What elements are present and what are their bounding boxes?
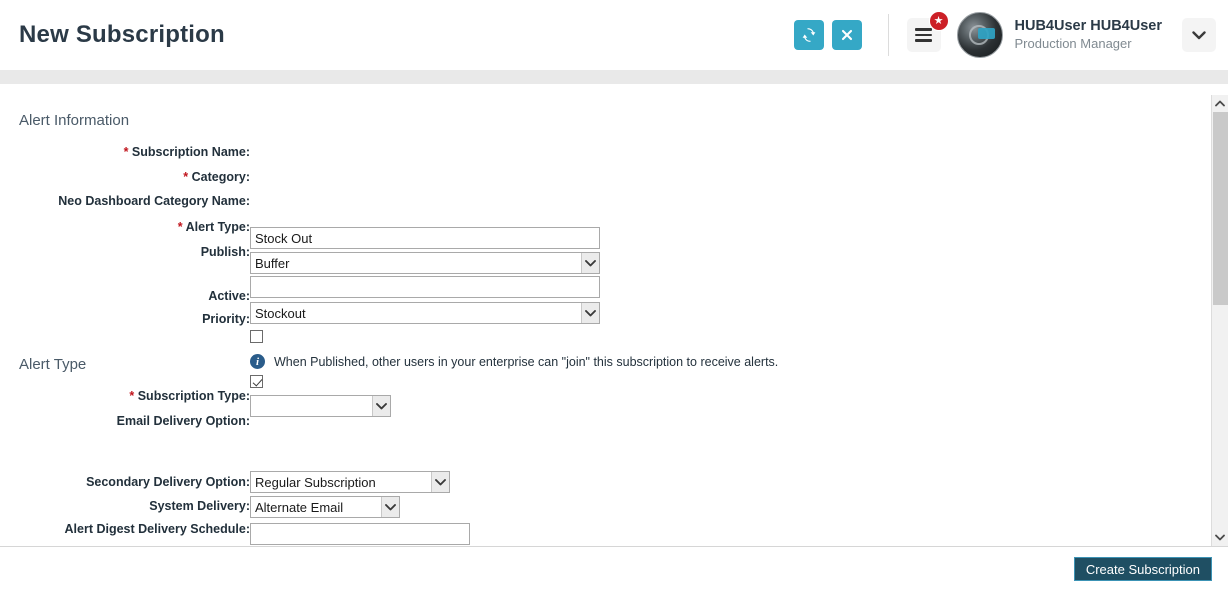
scroll-up-button[interactable] bbox=[1212, 95, 1228, 112]
neo-dashboard-category-input[interactable] bbox=[250, 276, 600, 298]
chevron-down-icon bbox=[581, 253, 599, 273]
chevron-down-icon bbox=[1215, 534, 1225, 541]
email-delivery-option-value: Alternate Email bbox=[251, 497, 381, 517]
menu-button-wrapper: ★ bbox=[907, 18, 941, 52]
chevron-down-icon bbox=[381, 497, 399, 517]
chevron-down-icon bbox=[1192, 31, 1206, 40]
chevron-down-icon bbox=[581, 303, 599, 323]
label-category: * Category: bbox=[10, 170, 250, 184]
scrollbar-thumb[interactable] bbox=[1213, 112, 1228, 305]
subscription-type-select[interactable]: Regular Subscription bbox=[250, 471, 450, 493]
publish-info-note: i When Published, other users in your en… bbox=[250, 354, 778, 369]
scroll-down-button[interactable] bbox=[1212, 529, 1228, 546]
label-subscription-name: * Subscription Name: bbox=[10, 145, 250, 159]
priority-value bbox=[251, 396, 372, 416]
label-alert-type: * Alert Type: bbox=[10, 220, 250, 234]
section-title-alert-type: Alert Type bbox=[19, 356, 86, 373]
header-divider bbox=[888, 14, 889, 56]
label-priority: Priority: bbox=[10, 312, 250, 326]
user-info: HUB4User HUB4User Production Manager bbox=[1015, 17, 1162, 52]
publish-info-text: When Published, other users in your ente… bbox=[274, 355, 778, 369]
label-email-delivery-option: Email Delivery Option: bbox=[10, 414, 250, 428]
create-subscription-button[interactable]: Create Subscription bbox=[1074, 557, 1212, 581]
chevron-down-icon bbox=[372, 396, 390, 416]
user-role: Production Manager bbox=[1015, 36, 1162, 52]
refresh-sync-icon bbox=[801, 27, 817, 43]
header-content-gap bbox=[0, 70, 1228, 84]
label-alert-digest-schedule: Alert Digest Delivery Schedule: bbox=[10, 522, 250, 536]
refresh-button[interactable] bbox=[794, 20, 824, 50]
label-neo-dashboard-category: Neo Dashboard Category Name: bbox=[10, 194, 250, 208]
avatar[interactable] bbox=[957, 12, 1003, 58]
label-secondary-delivery-option: Secondary Delivery Option: bbox=[10, 475, 250, 489]
section-title-alert-information: Alert Information bbox=[19, 112, 129, 129]
priority-select[interactable] bbox=[250, 395, 391, 417]
category-select[interactable]: Buffer bbox=[250, 252, 600, 274]
alternate-email-input[interactable] bbox=[250, 523, 470, 545]
subscription-name-input[interactable] bbox=[250, 227, 600, 249]
category-value: Buffer bbox=[251, 253, 581, 273]
alert-type-select[interactable]: Stockout bbox=[250, 302, 600, 324]
label-system-delivery: System Delivery: bbox=[10, 499, 250, 513]
active-checkbox[interactable] bbox=[250, 375, 263, 388]
form-content-card: Alert Information * Subscription Name: *… bbox=[0, 84, 1228, 546]
alert-type-value: Stockout bbox=[251, 303, 581, 323]
label-subscription-type: * Subscription Type: bbox=[10, 389, 250, 403]
required-asterisk: * bbox=[124, 145, 129, 159]
user-name: HUB4User HUB4User bbox=[1015, 17, 1162, 35]
info-icon: i bbox=[250, 354, 265, 369]
close-button[interactable] bbox=[832, 20, 862, 50]
email-delivery-option-select[interactable]: Alternate Email bbox=[250, 496, 400, 518]
notification-star-badge[interactable]: ★ bbox=[929, 11, 949, 31]
subscription-type-value: Regular Subscription bbox=[251, 472, 431, 492]
hamburger-menu-icon bbox=[915, 28, 932, 31]
close-x-icon bbox=[840, 28, 854, 42]
app-header: New Subscription ★ HUB4User HUB4User bbox=[0, 0, 1228, 70]
chevron-up-icon bbox=[1215, 100, 1225, 107]
form-footer: Create Subscription bbox=[0, 546, 1228, 589]
page-title: New Subscription bbox=[19, 21, 225, 49]
label-active: Active: bbox=[10, 289, 250, 303]
publish-checkbox[interactable] bbox=[250, 330, 263, 343]
user-menu-button[interactable] bbox=[1182, 18, 1216, 52]
header-actions: ★ HUB4User HUB4User Production Manager bbox=[786, 0, 1216, 70]
vertical-scrollbar[interactable] bbox=[1211, 95, 1228, 546]
label-publish: Publish: bbox=[10, 245, 250, 259]
chevron-down-icon bbox=[431, 472, 449, 492]
